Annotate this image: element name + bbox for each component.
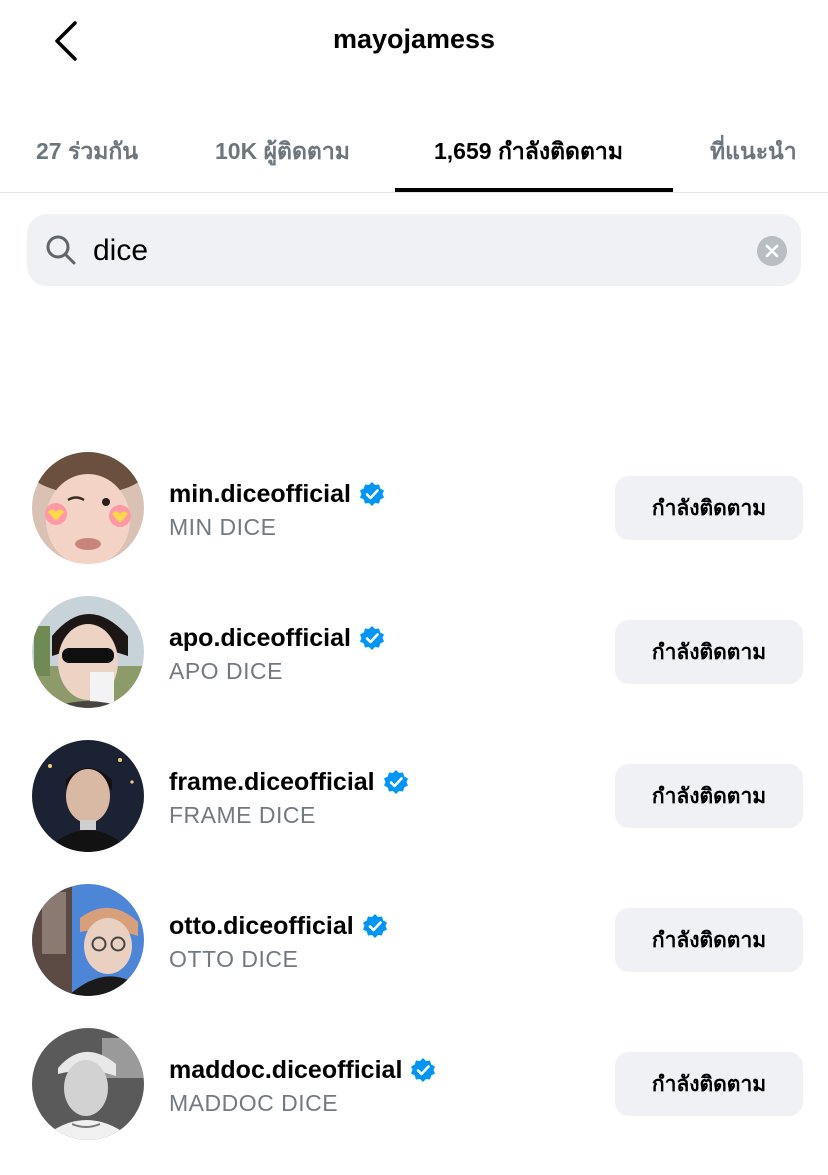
username-row: maddoc.diceofficial xyxy=(169,1054,436,1086)
header: mayojamess xyxy=(0,0,828,90)
username-row: apo.diceofficial xyxy=(169,622,385,654)
username[interactable]: apo.diceofficial xyxy=(169,624,351,653)
following-button[interactable]: กำลังติดตาม xyxy=(615,764,803,828)
search-icon xyxy=(46,235,76,265)
full-name: APO DICE xyxy=(169,658,283,684)
search-bar xyxy=(27,214,801,286)
following-button[interactable]: กำลังติดตาม xyxy=(615,1052,803,1116)
avatar[interactable] xyxy=(32,884,144,996)
avatar[interactable] xyxy=(32,452,144,564)
close-icon xyxy=(765,244,779,258)
search-input[interactable] xyxy=(91,228,735,274)
tab-suggested[interactable]: ที่แนะนำ xyxy=(710,134,797,170)
following-button[interactable]: กำลังติดตาม xyxy=(615,908,803,972)
tab-bar: 27 ร่วมกัน 10K ผู้ติดตาม 1,659 กำลังติดต… xyxy=(0,120,828,193)
username-row: frame.diceofficial xyxy=(169,766,409,798)
verified-badge-icon xyxy=(383,770,408,794)
full-name: MIN DICE xyxy=(169,514,277,540)
verified-badge-icon xyxy=(411,1058,436,1082)
username[interactable]: otto.diceofficial xyxy=(169,912,354,941)
username[interactable]: frame.diceofficial xyxy=(169,768,375,797)
list-item[interactable]: otto.diceofficial OTTO DICE กำลังติดตาม xyxy=(0,872,828,1002)
avatar[interactable] xyxy=(32,596,144,708)
tab-mutual[interactable]: 27 ร่วมกัน xyxy=(36,134,138,170)
clear-search-button[interactable] xyxy=(757,236,787,266)
full-name: MADDOC DICE xyxy=(169,1090,339,1116)
tab-following[interactable]: 1,659 กำลังติดตาม xyxy=(434,134,623,170)
avatar[interactable] xyxy=(32,740,144,852)
verified-badge-icon xyxy=(359,482,384,506)
username[interactable]: maddoc.diceofficial xyxy=(169,1056,402,1085)
list-item[interactable]: maddoc.diceofficial MADDOC DICE กำลังติด… xyxy=(0,1016,828,1146)
username-row: min.diceofficial xyxy=(169,478,385,510)
page-title: mayojamess xyxy=(332,24,496,54)
verified-badge-icon xyxy=(359,626,384,650)
full-name: OTTO DICE xyxy=(169,946,299,972)
active-tab-indicator xyxy=(395,188,673,192)
avatar[interactable] xyxy=(32,1028,144,1140)
full-name: FRAME DICE xyxy=(169,802,316,828)
list-item[interactable]: min.diceofficial MIN DICE กำลังติดตาม xyxy=(0,440,828,570)
tab-followers[interactable]: 10K ผู้ติดตาม xyxy=(215,134,350,170)
list-item[interactable]: frame.diceofficial FRAME DICE กำลังติดตา… xyxy=(0,728,828,858)
following-button[interactable]: กำลังติดตาม xyxy=(615,620,803,684)
username-row: otto.diceofficial xyxy=(169,910,388,942)
username[interactable]: min.diceofficial xyxy=(169,480,351,509)
following-button[interactable]: กำลังติดตาม xyxy=(615,476,803,540)
list-item[interactable]: apo.diceofficial APO DICE กำลังติดตาม xyxy=(0,584,828,714)
verified-badge-icon xyxy=(362,914,387,938)
